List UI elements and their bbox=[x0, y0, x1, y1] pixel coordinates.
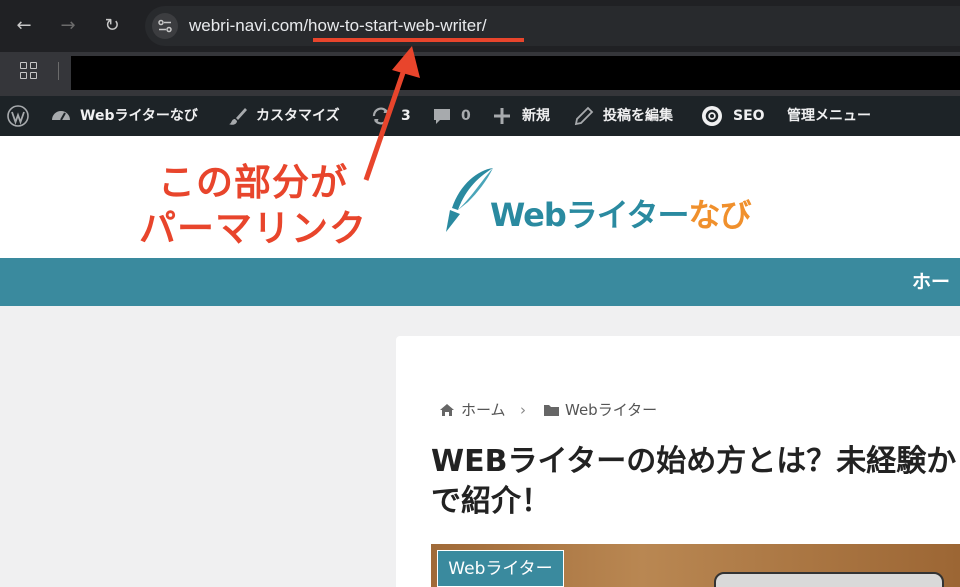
annotation-line-2: パーマリンク bbox=[139, 207, 367, 250]
comment-icon[interactable] bbox=[431, 105, 453, 127]
admin-menu[interactable]: 管理メニュー bbox=[787, 96, 871, 136]
reload-icon[interactable]: ↻ bbox=[99, 13, 125, 39]
folder-icon bbox=[544, 405, 559, 416]
quill-pen-logo-icon bbox=[446, 168, 493, 232]
pencil-icon[interactable] bbox=[573, 105, 595, 127]
logo-writer: ライター bbox=[565, 196, 690, 234]
apps-grid-icon[interactable] bbox=[20, 62, 38, 80]
breadcrumb-chevron-icon: › bbox=[520, 401, 526, 419]
home-icon bbox=[440, 404, 454, 416]
logo-navi: なび bbox=[688, 196, 752, 234]
breadcrumb-home[interactable]: ホーム bbox=[461, 398, 506, 422]
annotation-arrow-icon bbox=[363, 46, 420, 181]
redacted-bookmarks bbox=[71, 56, 960, 90]
screenshot-root: ← → ↻ webri-navi.com/how-to-start-web-wr… bbox=[0, 0, 960, 587]
breadcrumb-category[interactable]: Webライター bbox=[565, 398, 657, 422]
site-info-icon[interactable] bbox=[152, 13, 178, 39]
post-title-line-2: で紹介！ bbox=[431, 484, 551, 519]
back-arrow-icon[interactable]: ← bbox=[11, 13, 37, 39]
brush-icon[interactable] bbox=[227, 105, 249, 127]
admin-comments-count[interactable]: 0 bbox=[461, 96, 471, 136]
logo-web: Web bbox=[490, 196, 567, 234]
global-nav bbox=[0, 258, 960, 306]
wordpress-logo-icon[interactable] bbox=[7, 105, 29, 127]
dashboard-icon[interactable] bbox=[50, 105, 72, 127]
post-title-line-1: WEBライターの始め方とは？未経験か bbox=[431, 444, 957, 479]
nav-home-link[interactable]: ホー bbox=[912, 258, 950, 306]
admin-new[interactable]: 新規 bbox=[522, 96, 550, 136]
admin-customize[interactable]: カスタマイズ bbox=[256, 96, 340, 136]
hero-laptop bbox=[714, 572, 944, 587]
admin-site-name[interactable]: Webライターなび bbox=[80, 96, 198, 136]
admin-seo[interactable]: SEO bbox=[733, 96, 765, 136]
seo-gear-icon[interactable] bbox=[701, 105, 723, 127]
url-path: /how-to-start-web-writer/ bbox=[303, 16, 487, 35]
admin-edit-post[interactable]: 投稿を編集 bbox=[603, 96, 673, 136]
plus-icon[interactable] bbox=[491, 105, 513, 127]
url-host: webri-navi.com bbox=[189, 16, 304, 35]
site-logo[interactable]: Webライターなび bbox=[490, 190, 752, 236]
category-tag[interactable]: Webライター bbox=[437, 550, 564, 587]
bookmarks-separator bbox=[58, 62, 59, 80]
post-title: WEBライターの始め方とは？未経験か で紹介！ bbox=[431, 442, 960, 522]
forward-arrow-icon[interactable]: → bbox=[55, 13, 81, 39]
url-text[interactable]: webri-navi.com/how-to-start-web-writer/ bbox=[189, 13, 487, 39]
